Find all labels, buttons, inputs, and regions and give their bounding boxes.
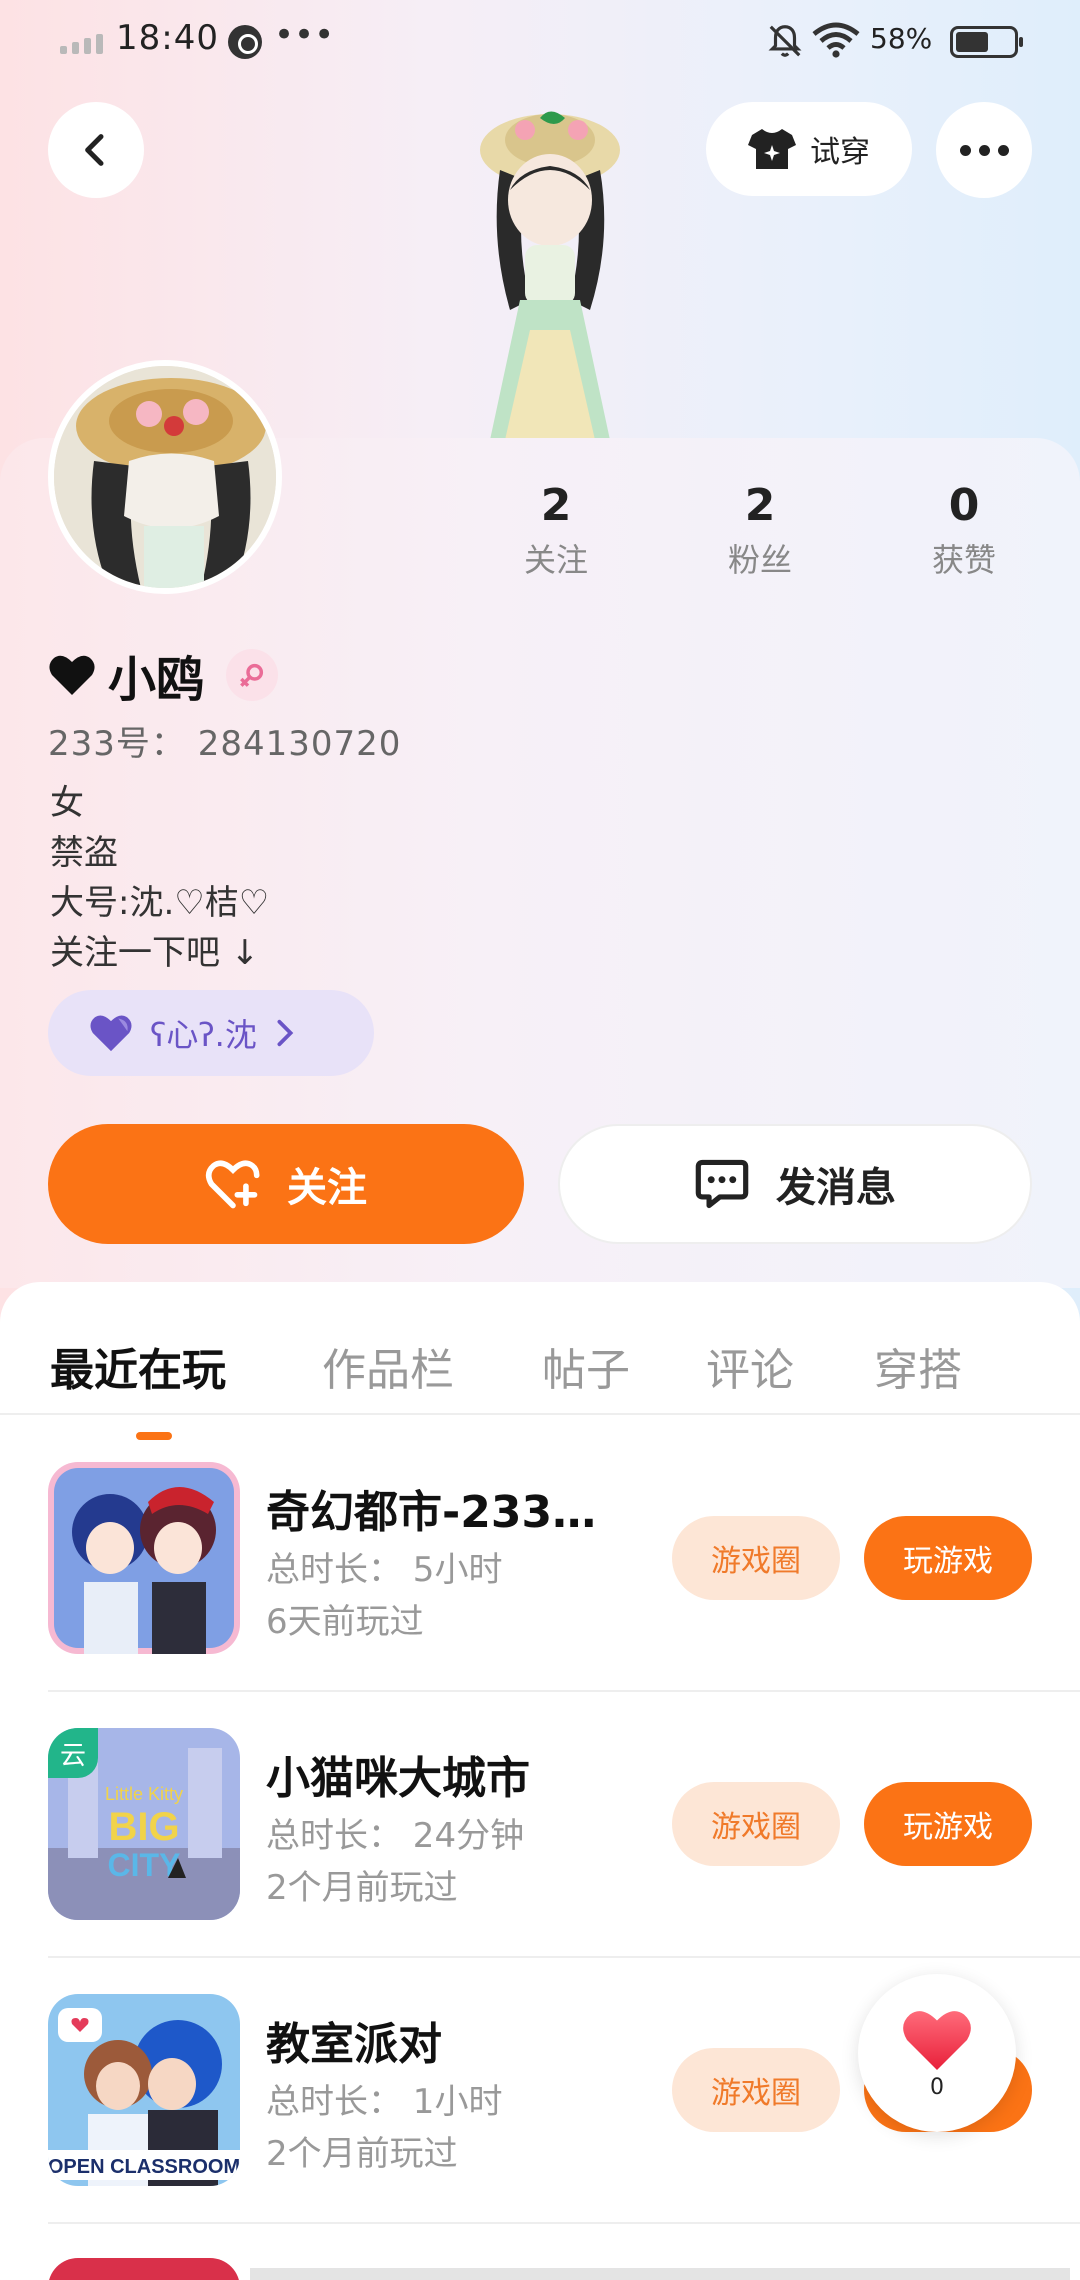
follow-button[interactable]: 关注 xyxy=(48,1124,524,1244)
play-game-button[interactable]: 玩游戏 xyxy=(864,1782,1032,1866)
game-row[interactable]: 奇幻都市-233乐园 总时长： 5小时 6天前玩过 游戏圈 玩游戏 xyxy=(0,1462,1080,1728)
tab-outfits[interactable]: 穿搭 xyxy=(874,1334,962,1398)
battery-icon xyxy=(950,26,1023,58)
dot-icon xyxy=(997,144,1009,156)
send-message-button[interactable]: 发消息 xyxy=(558,1124,1032,1244)
status-bar: 18:40 ••• 58% xyxy=(0,0,1080,82)
divider xyxy=(0,1413,1080,1415)
active-tab-indicator xyxy=(136,1432,172,1440)
game-duration: 总时长： 24分钟 xyxy=(266,1816,525,1856)
game-circle-button[interactable]: 游戏圈 xyxy=(672,1782,840,1866)
game-last-played: 2个月前玩过 xyxy=(266,2134,458,2174)
bio-line: 女 xyxy=(50,783,84,823)
red-heart-icon xyxy=(903,2010,971,2070)
avatar[interactable] xyxy=(48,360,282,594)
stat-value: 0 xyxy=(948,480,980,531)
more-options-button[interactable] xyxy=(936,102,1032,198)
character-figure xyxy=(480,111,620,440)
tab-posts[interactable]: 帖子 xyxy=(542,1334,630,1398)
divider xyxy=(48,1690,1080,1692)
cloud-badge: 云 xyxy=(48,1728,98,1778)
group-chip-label: ʕ心ʔ.沈 xyxy=(150,1016,257,1054)
game-last-played: 6天前玩过 xyxy=(266,1602,424,1642)
game-duration: 总时长： 1小时 xyxy=(266,2082,503,2122)
female-gender-icon xyxy=(226,649,279,701)
tab-works[interactable]: 作品栏 xyxy=(322,1334,454,1398)
stat-likes[interactable]: 0 获赞 xyxy=(894,480,1034,581)
dot-icon xyxy=(959,144,971,156)
stat-label: 获赞 xyxy=(931,541,996,579)
username: 小鸥 xyxy=(108,652,205,708)
bio: 女 禁盗 大号:沈.♡桔♡ 关注一下吧 ↓ xyxy=(50,778,269,978)
svg-text:Little Kitty: Little Kitty xyxy=(105,1784,183,1804)
game-icon-partial xyxy=(48,2258,240,2280)
tab-bar: 最近在玩 作品栏 帖子 评论 穿搭 xyxy=(0,1312,1080,1440)
content-panel: 最近在玩 作品栏 帖子 评论 穿搭 奇幻都市-233乐园 总时长： 5小时 6天… xyxy=(0,1282,1080,2280)
like-count: 0 xyxy=(930,2074,944,2100)
game-circle-button[interactable]: 游戏圈 xyxy=(672,2048,840,2132)
battery-percent: 58% xyxy=(870,22,933,55)
game-row[interactable]: Little Kitty BIG CITY 云 小猫咪大城市 总时长： 24分钟… xyxy=(0,1728,1080,1994)
dot-icon xyxy=(978,144,990,156)
status-more-indicator: ••• xyxy=(274,15,335,55)
game-cover-image xyxy=(48,1462,240,1654)
game-title: 小猫咪大城市 xyxy=(266,1753,530,1804)
purple-heart-icon xyxy=(90,1015,132,1052)
app-notification-icon xyxy=(228,25,262,59)
game-title: 奇幻都市-233乐园 xyxy=(266,1487,626,1538)
svg-text:BIG: BIG xyxy=(108,1805,179,1849)
divider xyxy=(48,1956,1080,1958)
wifi-icon xyxy=(812,22,860,58)
play-game-button[interactable]: 玩游戏 xyxy=(864,1516,1032,1600)
tab-comments[interactable]: 评论 xyxy=(706,1334,794,1398)
game-icon[interactable]: OPEN CLASSROOM xyxy=(48,1994,240,2186)
name-row: 小鸥 xyxy=(48,640,279,710)
bio-line: 关注一下吧 ↓ xyxy=(50,933,260,973)
battery-fill xyxy=(956,32,988,52)
mute-icon xyxy=(768,25,802,57)
chat-bubble-icon xyxy=(695,1159,749,1209)
tshirt-icon xyxy=(748,129,796,169)
stat-value: 2 xyxy=(540,480,572,531)
user-id: 233号： 284130720 xyxy=(48,724,402,764)
try-on-label: 试穿 xyxy=(810,135,870,170)
stat-following[interactable]: 2 关注 xyxy=(486,480,626,581)
game-icon[interactable]: Little Kitty BIG CITY 云 xyxy=(48,1728,240,1920)
stat-label: 粉丝 xyxy=(727,541,792,579)
stat-value: 2 xyxy=(744,480,776,531)
try-on-button[interactable]: 试穿 xyxy=(706,102,912,196)
chevron-left-icon xyxy=(85,134,104,166)
follow-label: 关注 xyxy=(287,1165,367,1211)
stat-followers[interactable]: 2 粉丝 xyxy=(690,480,830,581)
game-circle-button[interactable]: 游戏圈 xyxy=(672,1516,840,1600)
game-duration: 总时长： 5小时 xyxy=(266,1550,503,1590)
back-button[interactable] xyxy=(48,102,144,198)
game-icon[interactable] xyxy=(48,1462,240,1654)
svg-text:OPEN CLASSROOM: OPEN CLASSROOM xyxy=(48,2156,240,2178)
black-heart-icon xyxy=(49,655,95,695)
row-partial xyxy=(250,2268,1070,2280)
heart-plus-icon xyxy=(205,1160,260,1209)
send-message-label: 发消息 xyxy=(776,1165,896,1211)
profile-page: 18:40 ••• 58% 试穿 2 关注 2 粉丝 0 获赞 小鸥 233号：… xyxy=(0,0,1080,2280)
divider xyxy=(48,2222,1080,2224)
game-last-played: 2个月前玩过 xyxy=(266,1868,458,1908)
game-cover-image: OPEN CLASSROOM xyxy=(48,1994,240,2186)
stat-label: 关注 xyxy=(523,541,588,579)
floating-like-button[interactable]: 0 xyxy=(858,1974,1016,2132)
chevron-right-icon xyxy=(277,1019,294,1047)
group-chip[interactable]: ʕ心ʔ.沈 xyxy=(48,990,374,1076)
bio-line: 禁盗 xyxy=(50,833,118,873)
game-title: 教室派对 xyxy=(266,2019,442,2070)
status-time: 18:40 xyxy=(116,18,219,58)
signal-icon xyxy=(60,34,103,54)
tab-recently-played[interactable]: 最近在玩 xyxy=(50,1334,226,1398)
bio-line: 大号:沈.♡桔♡ xyxy=(50,883,270,923)
